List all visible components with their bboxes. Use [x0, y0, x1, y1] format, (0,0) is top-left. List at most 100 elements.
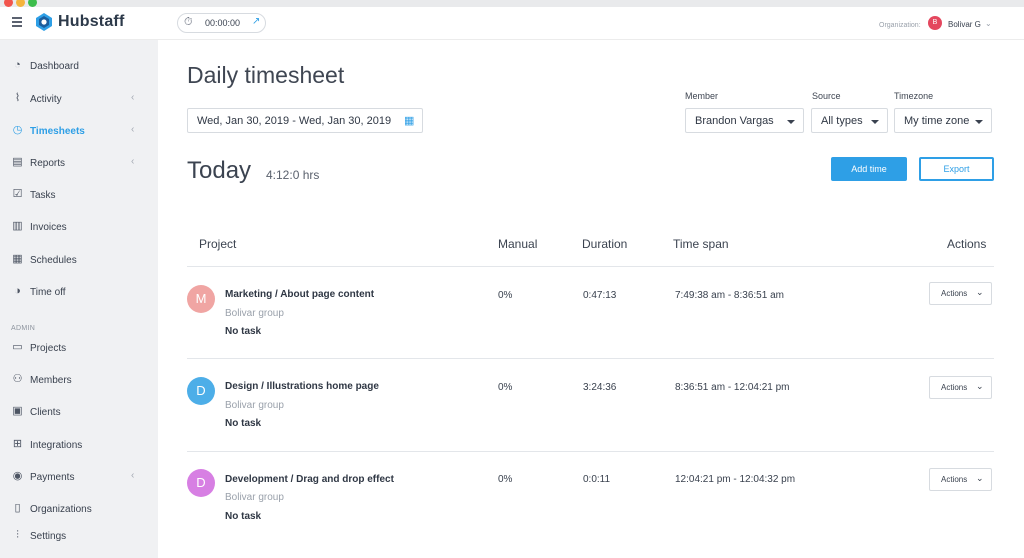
source-select[interactable]: All types [811, 108, 888, 133]
sidebar-item-integrations[interactable]: ⊞ Integrations [0, 435, 158, 457]
caret-down-icon [975, 120, 983, 124]
project-group: Bolivar group [225, 308, 284, 319]
time-span-value: 12:04:21 pm - 12:04:32 pm [675, 474, 796, 485]
sidebar-item-label: Invoices [30, 222, 67, 233]
sidebar: ◔ Dashboard ⌇ Activity ‹ ◷ Timesheets ‹ … [0, 40, 158, 558]
actions-label: Actions [941, 289, 968, 298]
sidebar-item-members[interactable]: ⚇ Members [0, 370, 158, 392]
source-filter-label: Source [812, 91, 841, 101]
stopwatch-icon: ⏱ [184, 16, 193, 28]
invoices-icon: ▥ [12, 220, 23, 232]
sidebar-item-clients[interactable]: ▣ Clients [0, 402, 158, 424]
time-span-value: 7:49:38 am - 8:36:51 am [675, 290, 784, 301]
sidebar-item-time-off[interactable]: ◑ Time off [0, 282, 158, 304]
project-group: Bolivar group [225, 492, 284, 503]
sidebar-item-organizations[interactable]: ▯ Organizations [0, 499, 158, 521]
window-chrome [0, 0, 1024, 7]
sidebar-item-timesheets[interactable]: ◷ Timesheets ‹ [0, 121, 158, 143]
timer-value: 00:00:00 [205, 18, 241, 28]
maximize-window-button[interactable] [28, 0, 37, 7]
sidebar-item-invoices[interactable]: ▥ Invoices [0, 217, 158, 239]
sidebar-item-label: Reports [30, 158, 66, 169]
page-title: Daily timesheet [187, 62, 345, 88]
row-divider [187, 358, 994, 359]
folder-icon: ▭ [12, 341, 23, 353]
sidebar-item-label: Settings [30, 531, 67, 542]
column-header-actions: Actions [947, 237, 987, 251]
manual-value: 0% [498, 290, 513, 301]
task-name: No task [225, 418, 262, 429]
sidebar-item-label: Dashboard [30, 61, 79, 72]
activity-icon: ⌇ [14, 92, 21, 104]
actions-dropdown[interactable]: Actions ⌄ [929, 468, 992, 491]
sidebar-item-label: Activity [30, 94, 62, 105]
chevron-down-icon[interactable]: ⌄ [985, 19, 992, 28]
chevron-left-icon: ‹ [131, 156, 135, 167]
header-divider [187, 266, 994, 267]
payments-icon: ◉ [12, 470, 23, 482]
actions-dropdown[interactable]: Actions ⌄ [929, 376, 992, 399]
sidebar-item-reports[interactable]: ▤ Reports ‹ [0, 153, 158, 175]
manual-value: 0% [498, 474, 513, 485]
chevron-down-icon: ⌄ [976, 473, 984, 483]
timer-widget[interactable]: ⏱ 00:00:00 ↗ [177, 13, 266, 33]
task-name: No task [225, 326, 262, 337]
dashboard-icon: ◔ [14, 59, 21, 71]
calendar-icon[interactable]: ▦ [404, 114, 414, 127]
clients-icon: ▣ [12, 405, 23, 417]
sidebar-item-settings[interactable]: ⫶ Settings [0, 526, 158, 548]
member-select[interactable]: Brandon Vargas [685, 108, 804, 133]
column-header-project: Project [199, 237, 237, 251]
time-off-icon: ◑ [14, 285, 21, 297]
source-select-value: All types [821, 115, 863, 127]
sidebar-item-schedules[interactable]: ▦ Schedules [0, 250, 158, 272]
column-header-manual: Manual [498, 237, 538, 251]
organization-label: Organization: [879, 22, 921, 29]
caret-down-icon [871, 120, 879, 124]
minimize-window-button[interactable] [16, 0, 25, 7]
column-header-time-span: Time span [673, 237, 729, 251]
sidebar-item-tasks[interactable]: ☑ Tasks [0, 185, 158, 207]
sidebar-item-label: Timesheets [30, 126, 85, 137]
sidebar-item-label: Clients [30, 407, 61, 418]
sidebar-item-dashboard[interactable]: ◔ Dashboard [0, 56, 158, 78]
sidebar-item-label: Integrations [30, 440, 83, 451]
admin-section-label: ADMIN [11, 325, 36, 332]
today-heading: Today [187, 157, 252, 184]
column-header-duration: Duration [582, 237, 628, 251]
organization-name[interactable]: Bolivar G [948, 20, 981, 29]
manual-value: 0% [498, 382, 513, 393]
add-time-button[interactable]: Add time [831, 157, 907, 181]
reports-icon: ▤ [12, 156, 23, 168]
chevron-left-icon: ‹ [131, 470, 135, 481]
open-timer-icon[interactable]: ↗ [252, 16, 260, 27]
project-name: Marketing / About page content [225, 289, 375, 300]
date-range-value: Wed, Jan 30, 2019 - Wed, Jan 30, 2019 [197, 115, 392, 127]
time-span-value: 8:36:51 am - 12:04:21 pm [675, 382, 790, 393]
menu-icon[interactable] [12, 17, 22, 27]
date-range-picker[interactable]: Wed, Jan 30, 2019 - Wed, Jan 30, 2019 ▦ [187, 108, 423, 133]
actions-dropdown[interactable]: Actions ⌄ [929, 282, 992, 305]
close-window-button[interactable] [4, 0, 13, 7]
project-group: Bolivar group [225, 400, 284, 411]
sidebar-item-projects[interactable]: ▭ Projects [0, 338, 158, 360]
app-name: Hubstaff [58, 13, 125, 30]
chevron-left-icon: ‹ [131, 124, 135, 135]
members-icon: ⚇ [12, 373, 23, 385]
project-name: Development / Drag and drop effect [225, 474, 394, 485]
project-avatar: M [187, 285, 215, 313]
calendar-icon: ▦ [12, 253, 23, 265]
hubstaff-logo-icon [36, 13, 52, 31]
organizations-icon: ▯ [14, 502, 21, 514]
sidebar-item-activity[interactable]: ⌇ Activity ‹ [0, 89, 158, 111]
integrations-icon: ⊞ [12, 438, 23, 450]
export-button[interactable]: Export [919, 157, 994, 181]
avatar[interactable]: B [928, 16, 942, 30]
timezone-select-value: My time zone [904, 115, 970, 127]
sidebar-item-payments[interactable]: ◉ Payments ‹ [0, 467, 158, 489]
top-bar: Hubstaff ⏱ 00:00:00 ↗ Organization: B Bo… [0, 7, 1024, 40]
duration-value: 3:24:36 [583, 382, 617, 393]
timezone-select[interactable]: My time zone [894, 108, 992, 133]
actions-label: Actions [941, 383, 968, 392]
tasks-icon: ☑ [12, 188, 23, 200]
